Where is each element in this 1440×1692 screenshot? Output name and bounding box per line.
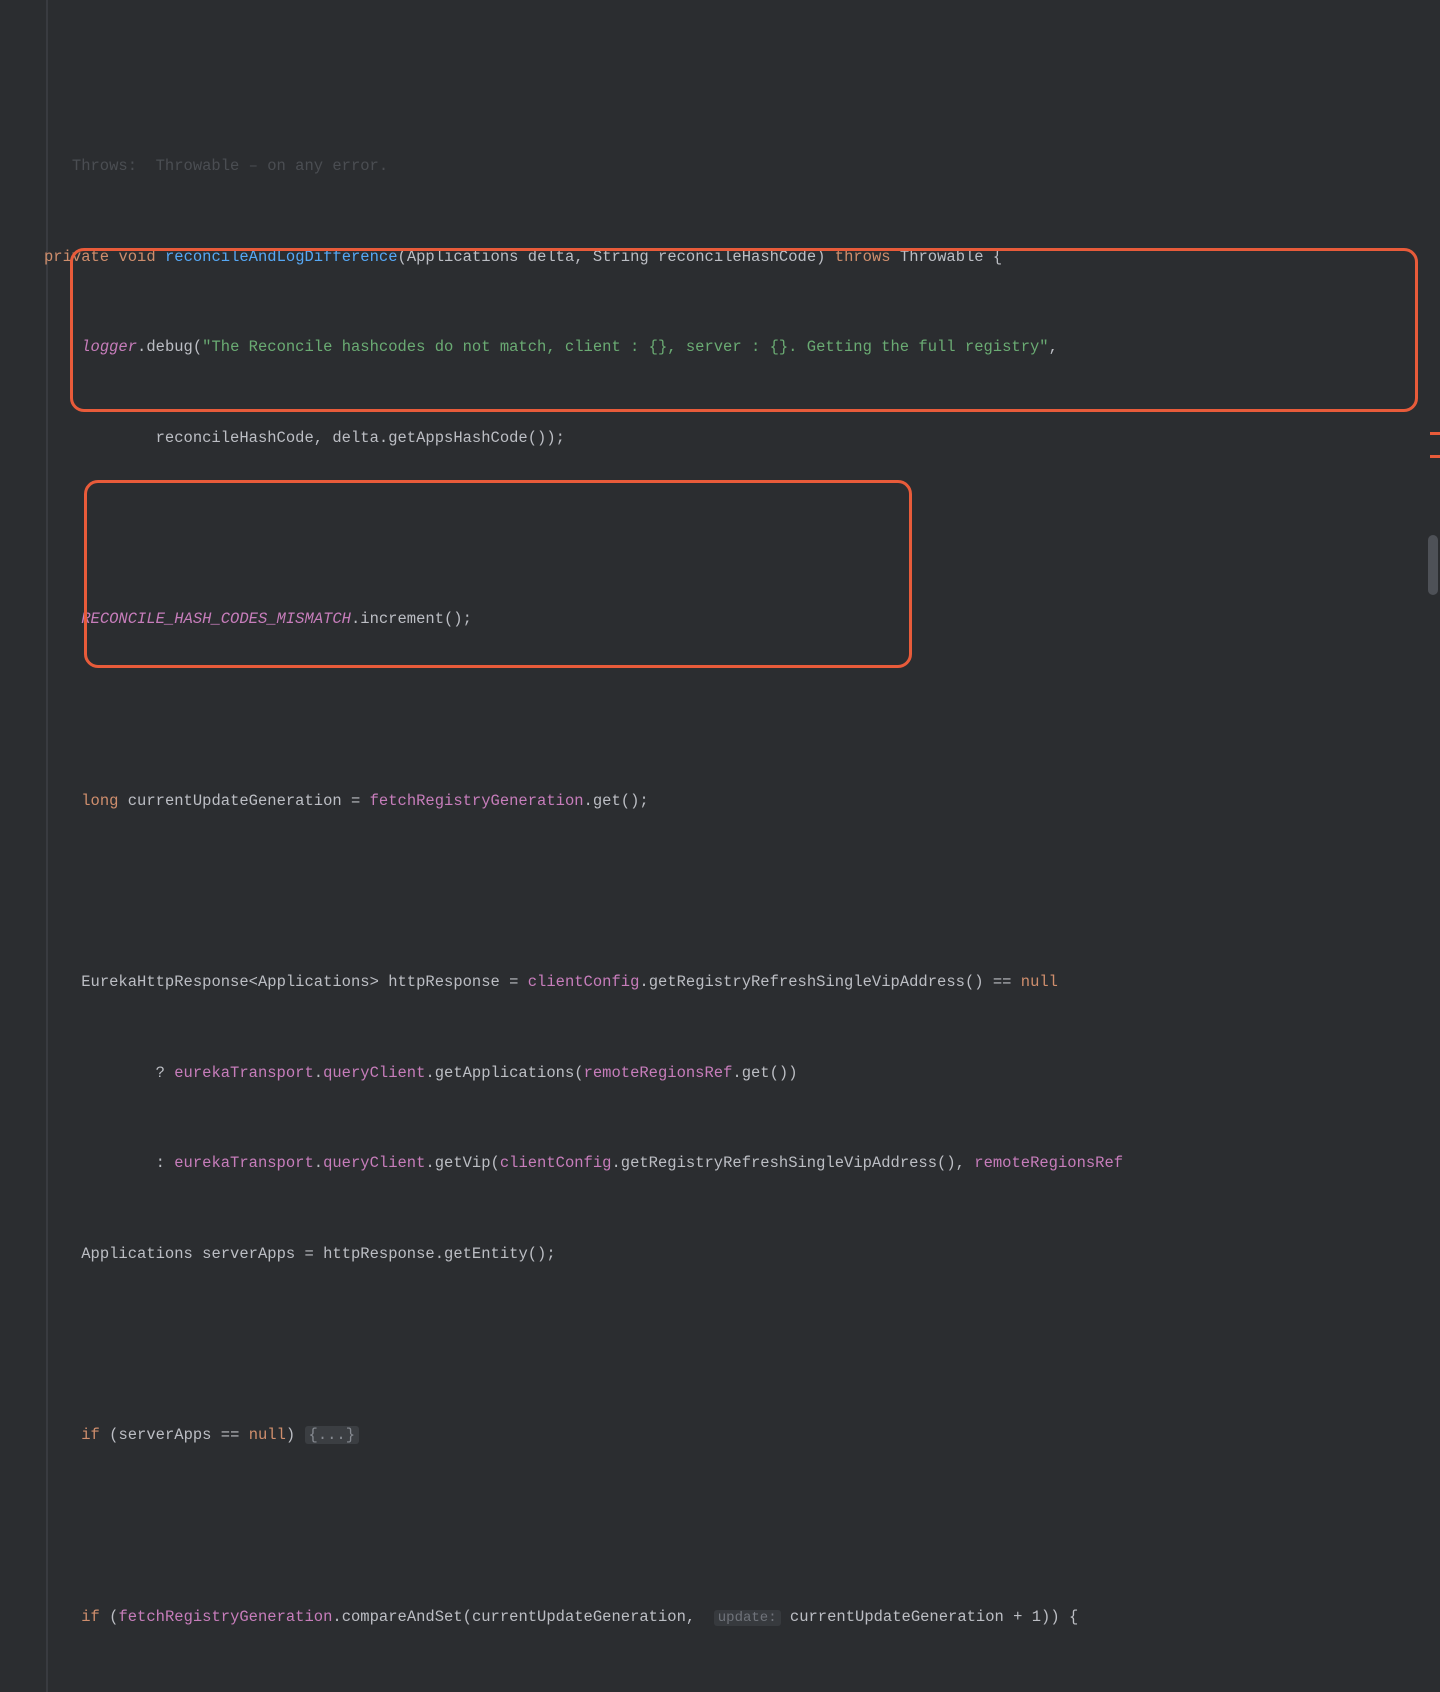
code-line: if (serverApps == null) {...} [44, 1420, 1440, 1450]
method-signature: private void reconcileAndLogDifference(A… [44, 242, 1440, 272]
error-marker[interactable] [1430, 455, 1440, 458]
code-line: EurekaHttpResponse<Applications> httpRes… [44, 967, 1440, 997]
blank-line [44, 876, 1440, 906]
editor-scrollbar[interactable] [1426, 0, 1440, 846]
code-line: reconcileHashCode, delta.getAppsHashCode… [44, 423, 1440, 453]
parameter-hint: update: [714, 1610, 781, 1626]
blank-line [44, 1330, 1440, 1360]
code-line: logger.debug("The Reconcile hashcodes do… [44, 332, 1440, 362]
code-fold[interactable]: {...} [305, 1426, 360, 1444]
code-line: Applications serverApps = httpResponse.g… [44, 1239, 1440, 1269]
blank-line [44, 695, 1440, 725]
code-line: : eurekaTransport.queryClient.getVip(cli… [44, 1148, 1440, 1178]
blank-line [44, 514, 1440, 544]
error-marker[interactable] [1430, 432, 1440, 435]
javadoc-line: Throws: Throwable – on any error. [44, 151, 1440, 181]
code-line: long currentUpdateGeneration = fetchRegi… [44, 786, 1440, 816]
code-line: RECONCILE_HASH_CODES_MISMATCH.increment(… [44, 604, 1440, 634]
scrollbar-thumb[interactable] [1428, 535, 1438, 595]
code-line: if (fetchRegistryGeneration.compareAndSe… [44, 1602, 1440, 1632]
code-editor[interactable]: Throws: Throwable – on any error. privat… [0, 0, 1440, 1692]
code-area[interactable]: Throws: Throwable – on any error. privat… [10, 91, 1440, 1692]
code-line: ? eurekaTransport.queryClient.getApplica… [44, 1058, 1440, 1088]
blank-line [44, 1511, 1440, 1541]
